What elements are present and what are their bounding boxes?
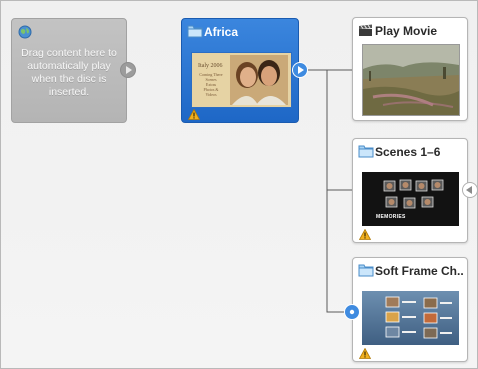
thumb-date-text: Italy 2006: [198, 63, 223, 69]
node-title: Scenes 1–6: [375, 145, 441, 159]
menu-node-africa[interactable]: Africa Italy 2006 Coming There Scenes Ex…: [181, 18, 299, 123]
warning-icon: [359, 348, 371, 359]
link-dot-icon: [349, 309, 355, 315]
arrow-right-icon: [126, 66, 132, 74]
movie-thumbnail: [362, 44, 460, 116]
node-title: Africa: [204, 25, 239, 39]
thumb-title-text: MEMORIES: [376, 214, 406, 220]
first-play-drop-zone[interactable]: Drag content here to automatically play …: [11, 18, 127, 123]
menu-thumbnail: Italy 2006 Coming There Scenes Extras Ph…: [191, 52, 292, 108]
movie-preview-image: [363, 45, 459, 115]
clapperboard-icon: [359, 24, 372, 36]
globe-icon: [18, 25, 32, 39]
arrow-right-icon: [298, 66, 304, 74]
africa-link-arrow[interactable]: [292, 62, 308, 78]
arrow-left-icon: [466, 186, 472, 194]
first-play-label: Drag content here to automatically play …: [21, 47, 117, 98]
menu-node-scenes[interactable]: Scenes 1–6 MEMORIES: [352, 138, 468, 243]
menu-thumbnail: MEMORIES: [362, 172, 459, 226]
menu-node-soft-frame[interactable]: Soft Frame Ch...: [352, 257, 468, 362]
node-title: Play Movie: [375, 24, 438, 38]
soft-frame-preview: [362, 291, 459, 345]
menu-thumbnail: [362, 291, 459, 345]
folder-icon: [358, 145, 374, 158]
warning-icon: [359, 229, 371, 240]
menu-node-play-movie[interactable]: Play Movie: [352, 17, 468, 121]
folder-icon: [187, 25, 203, 38]
node-title: Soft Frame Ch...: [375, 264, 463, 278]
scenes-return-arrow[interactable]: [462, 182, 478, 198]
first-play-link-arrow[interactable]: [120, 62, 136, 78]
thumb-line: Photos & Videos: [203, 87, 219, 97]
thumb-menu-lines: Coming There Scenes Extras Photos & Vide…: [198, 72, 224, 97]
folder-icon: [358, 264, 374, 277]
map-view-canvas: Drag content here to automatically play …: [0, 0, 478, 369]
warning-icon: [188, 109, 200, 120]
soft-frame-link-dot[interactable]: [344, 304, 360, 320]
